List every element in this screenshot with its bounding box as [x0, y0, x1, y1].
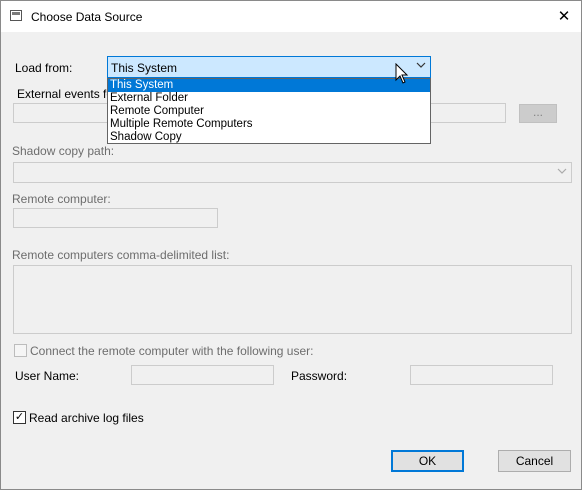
browse-button[interactable]: ...: [519, 104, 557, 123]
cancel-button[interactable]: Cancel: [498, 450, 571, 472]
user-name-field[interactable]: [131, 365, 274, 385]
mouse-cursor-icon: [395, 62, 409, 88]
window-title: Choose Data Source: [31, 10, 143, 24]
load-from-combobox[interactable]: This System: [107, 56, 431, 78]
checkmark-icon: ✓: [14, 411, 25, 423]
read-archive-label: Read archive log files: [29, 411, 144, 425]
connect-user-label: Connect the remote computer with the fol…: [30, 344, 314, 358]
remote-list-textarea[interactable]: [13, 265, 572, 334]
ok-button[interactable]: OK: [391, 450, 464, 472]
shadow-copy-label: Shadow copy path:: [12, 144, 115, 158]
chevron-down-icon: [557, 166, 567, 179]
title-bar[interactable]: Choose Data Source ✕: [1, 1, 581, 32]
close-icon: ✕: [557, 8, 571, 25]
option-this-system[interactable]: This System: [108, 79, 430, 92]
load-from-value: This System: [111, 61, 178, 75]
user-name-label: User Name:: [15, 369, 80, 383]
close-button[interactable]: ✕: [549, 5, 579, 29]
chevron-down-icon[interactable]: [416, 60, 426, 73]
option-remote-computer[interactable]: Remote Computer: [108, 105, 430, 118]
load-from-label: Load from:: [15, 61, 73, 75]
option-shadow-copy[interactable]: Shadow Copy: [108, 131, 430, 144]
external-events-label: External events fo: [17, 87, 114, 101]
read-archive-checkbox[interactable]: ✓: [13, 411, 26, 424]
dialog-window: Choose Data Source ✕ Load from: This Sys…: [0, 0, 582, 490]
app-icon: [10, 10, 22, 21]
remote-computer-field[interactable]: [13, 208, 218, 228]
remote-list-label: Remote computers comma-delimited list:: [12, 248, 230, 262]
option-external-folder[interactable]: External Folder: [108, 92, 430, 105]
password-label: Password:: [291, 369, 348, 383]
option-multiple-remote-computers[interactable]: Multiple Remote Computers: [108, 118, 430, 131]
shadow-copy-combobox[interactable]: [13, 162, 572, 183]
connect-user-checkbox[interactable]: [14, 344, 27, 357]
password-field[interactable]: [410, 365, 553, 385]
remote-computer-label: Remote computer:: [12, 192, 111, 206]
load-from-dropdown-list: This System External Folder Remote Compu…: [107, 78, 431, 144]
